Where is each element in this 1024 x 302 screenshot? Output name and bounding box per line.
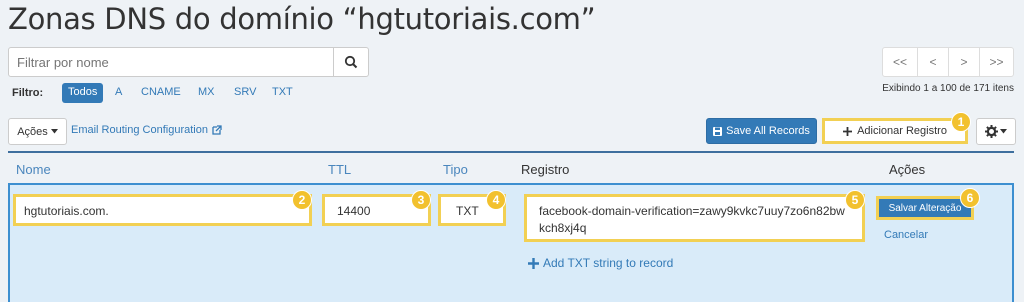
add-record-label: Adicionar Registro [857, 125, 947, 137]
caret-down-icon [50, 129, 58, 134]
external-link-icon [212, 125, 222, 135]
add-record-button[interactable]: Adicionar Registro [822, 118, 968, 144]
header-record: Registro [521, 162, 570, 177]
email-routing-label: Email Routing Configuration [71, 124, 208, 136]
filter-srv[interactable]: SRV [228, 83, 262, 103]
filter-txt[interactable]: TXT [266, 83, 299, 103]
floppy-icon [713, 126, 723, 136]
pager-next[interactable]: > [948, 47, 980, 77]
filter-cname[interactable]: CNAME [135, 83, 187, 103]
caret-down-icon [1000, 129, 1007, 134]
step-badge-5: 5 [845, 190, 865, 210]
add-txt-label: Add TXT string to record [543, 256, 674, 270]
add-txt-string-link[interactable]: Add TXT string to record [528, 256, 673, 270]
step-badge-3: 3 [411, 190, 431, 210]
cancel-link[interactable]: Cancelar [884, 229, 928, 241]
pagination-summary: Exibindo 1 a 100 de 171 itens [882, 83, 1014, 94]
filter-mx[interactable]: MX [192, 83, 221, 103]
filter-a[interactable]: A [109, 83, 128, 103]
step-badge-2: 2 [292, 190, 312, 210]
plus-icon [528, 257, 539, 269]
header-actions: Ações [889, 162, 926, 177]
step-badge-4: 4 [486, 190, 506, 210]
plus-icon [843, 126, 853, 136]
save-all-label: Save All Records [726, 125, 810, 137]
pager-first[interactable]: << [882, 47, 918, 77]
pager-prev[interactable]: < [917, 47, 949, 77]
actions-label: Ações [17, 125, 48, 138]
settings-dropdown[interactable] [976, 118, 1016, 145]
header-type[interactable]: Tipo [443, 162, 468, 177]
search-button[interactable] [333, 47, 369, 77]
table-divider [8, 151, 1014, 153]
pager-last[interactable]: >> [979, 47, 1014, 77]
filter-todos[interactable]: Todos [62, 83, 104, 103]
filter-label: Filtro: [12, 87, 44, 99]
name-field[interactable]: hgtutoriais.com. [13, 194, 312, 226]
gear-icon [985, 125, 998, 138]
actions-dropdown[interactable]: Ações [8, 118, 67, 145]
search-icon [344, 55, 358, 69]
email-routing-link[interactable]: Email Routing Configuration [71, 124, 222, 136]
header-ttl[interactable]: TTL [328, 162, 351, 177]
page-title: Zonas DNS do domínio “hgtutoriais.com” [8, 2, 596, 36]
search-input[interactable] [8, 47, 334, 77]
header-name[interactable]: Nome [16, 162, 51, 177]
step-badge-6: 6 [960, 188, 980, 208]
step-badge-1: 1 [951, 112, 971, 132]
save-all-button[interactable]: Save All Records [706, 118, 817, 144]
record-textarea[interactable]: facebook-domain-verification=zawy9kvkc7u… [524, 194, 865, 242]
